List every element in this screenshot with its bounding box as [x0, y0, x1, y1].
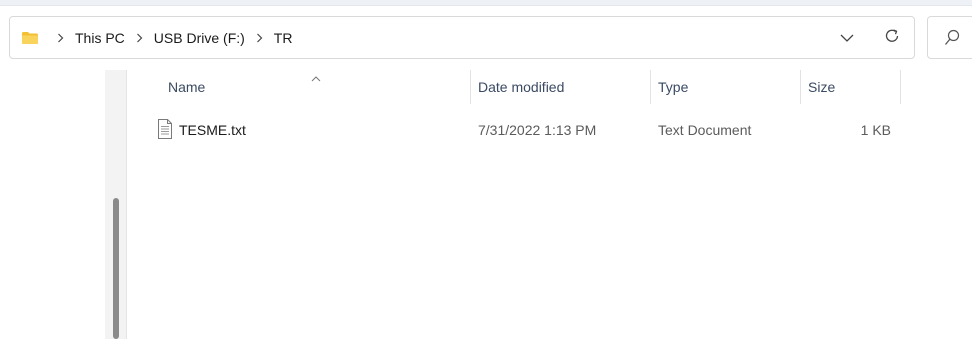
- chevron-right-icon[interactable]: [57, 33, 64, 43]
- column-divider[interactable]: [900, 70, 901, 104]
- address-history-button[interactable]: [836, 27, 858, 49]
- column-header-size[interactable]: Size: [800, 70, 900, 104]
- file-date-modified: 7/31/2022 1:13 PM: [478, 122, 597, 138]
- address-bar[interactable]: This PC USB Drive (F:) TR: [9, 16, 915, 59]
- chevron-down-icon: [840, 29, 854, 47]
- column-header-row: Name Date modified Type Size: [127, 70, 902, 104]
- file-row[interactable]: TESME.txt 7/31/2022 1:13 PM Text Documen…: [127, 115, 902, 145]
- breadcrumb-tr[interactable]: TR: [272, 30, 295, 46]
- file-name[interactable]: TESME.txt: [179, 115, 459, 145]
- refresh-button[interactable]: [880, 26, 904, 50]
- navigation-pane: [105, 70, 127, 339]
- column-header-type[interactable]: Type: [650, 70, 800, 104]
- nav-scrollbar-thumb[interactable]: [113, 198, 119, 339]
- breadcrumb-usb-drive[interactable]: USB Drive (F:): [152, 30, 247, 46]
- text-file-icon: [157, 119, 173, 144]
- file-size: 1 KB: [860, 122, 891, 138]
- breadcrumb-this-pc[interactable]: This PC: [73, 30, 127, 46]
- file-type: Text Document: [658, 122, 752, 138]
- folder-icon: [21, 31, 39, 45]
- refresh-icon: [883, 27, 901, 50]
- search-box[interactable]: [927, 16, 972, 59]
- title-strip: [0, 0, 972, 6]
- column-header-date-modified[interactable]: Date modified: [470, 70, 650, 104]
- breadcrumb: This PC USB Drive (F:) TR: [48, 17, 294, 58]
- search-icon: [944, 29, 960, 52]
- column-header-name[interactable]: Name: [160, 70, 470, 104]
- chevron-right-icon[interactable]: [256, 33, 263, 43]
- chevron-right-icon[interactable]: [136, 33, 143, 43]
